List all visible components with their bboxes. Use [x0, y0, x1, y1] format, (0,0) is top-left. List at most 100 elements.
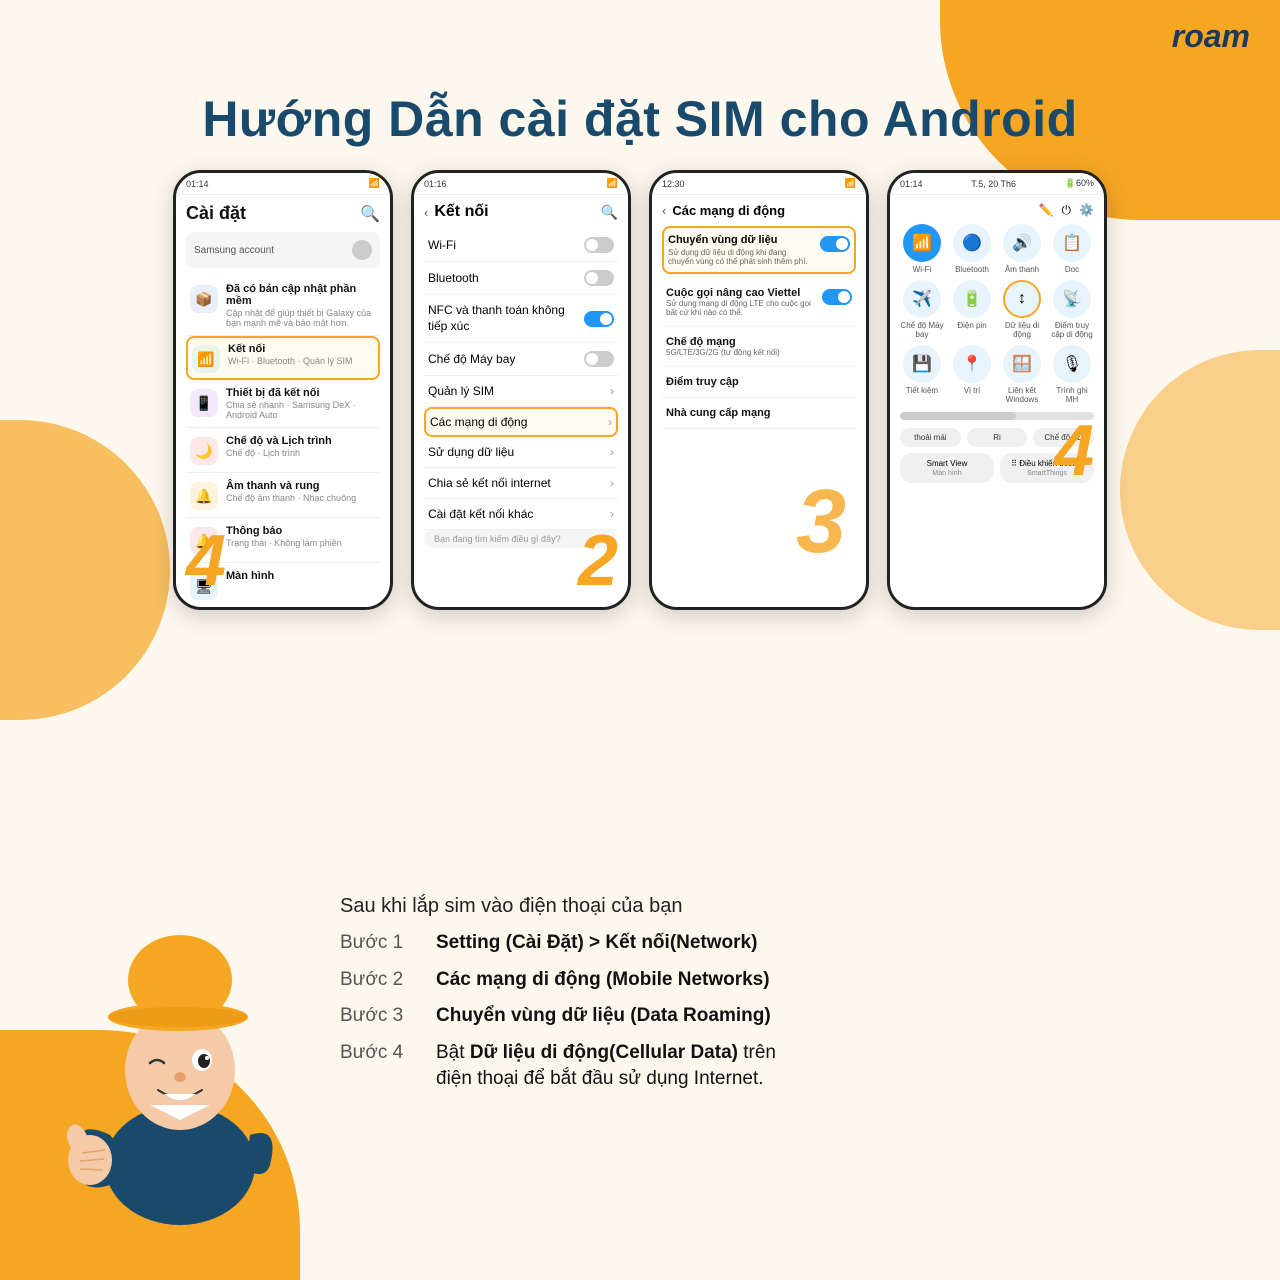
qs-hotspot-access-icon: 📡	[1053, 280, 1091, 318]
phone2-title: Kết nối	[434, 203, 488, 221]
qs-battery-icon: 🔋	[953, 280, 991, 318]
step-number-phone4: 4	[1054, 415, 1094, 487]
qs-bluetooth-label: Bluetooth	[955, 265, 989, 274]
phone2-nfc-row[interactable]: NFC và thanh toán không tiếp xúc	[424, 295, 618, 343]
qs-item-mobile-data[interactable]: ↕ Dữ liệu di động	[1000, 280, 1044, 339]
connection-title: Kết nối	[228, 343, 374, 355]
phone2-wifi-toggle[interactable]	[584, 237, 614, 253]
phone2-airplane-row[interactable]: Chế độ Máy bay	[424, 343, 618, 376]
step2-label: Bước 2	[340, 969, 420, 991]
phone3-viettel-sub: Sử dụng mạng di động LTE cho cuộc gọi bấ…	[666, 299, 816, 317]
qs-windows-icon: 🪟	[1003, 345, 1041, 383]
phone3-network-mode-title: Chế độ mạng	[666, 336, 852, 348]
phone2-back-arrow[interactable]: ‹	[424, 205, 428, 220]
phone4-mode-comfortable[interactable]: thoải mái	[900, 428, 961, 447]
qs-save-label: Tiết kiệm	[906, 386, 938, 395]
settings-item-devices[interactable]: 📱 Thiết bị đã kết nối Chia sẻ nhanh · Sa…	[186, 380, 380, 428]
phone2-bluetooth-toggle[interactable]	[584, 270, 614, 286]
phone3-roaming-toggle[interactable]	[820, 236, 850, 252]
phone-1-settings: 01:14 📶 Cài đặt 🔍 Samsung account 📦 Đã c…	[173, 170, 393, 610]
phone4-edit-icon[interactable]: ✏️	[1039, 203, 1054, 218]
samsung-account-row: Samsung account	[186, 232, 380, 268]
step3-desc: Chuyển vùng dữ liệu (Data Roaming)	[436, 1003, 771, 1030]
phone3-roaming-row[interactable]: Chuyển vùng dữ liệu Sử dụng dữ liệu di đ…	[662, 226, 856, 274]
phone4-top-controls: ✏️ ⏻ ⚙️	[900, 203, 1094, 218]
settings-item-connection[interactable]: 📶 Kết nối Wi-Fi · Bluetooth · Quản lý SI…	[186, 336, 380, 380]
sound-icon: 🔔	[190, 482, 218, 510]
phone4-mode-ri[interactable]: Ri	[967, 428, 1028, 447]
qs-item-save[interactable]: 💾 Tiết kiệm	[900, 345, 944, 404]
qs-item-doc[interactable]: 📋 Doc	[1050, 224, 1094, 274]
phone2-data-usage-arrow: ›	[610, 445, 614, 459]
step-row-4: Bước 4 Bật Dữ liệu di động(Cellular Data…	[340, 1040, 1230, 1093]
qs-airplane-icon: ✈️	[903, 280, 941, 318]
phone2-search-icon[interactable]: 🔍	[601, 204, 618, 221]
qs-item-record[interactable]: 🎙 Trình ghi MH	[1050, 345, 1094, 404]
qs-item-airplane[interactable]: ✈️ Chế độ Máy bay	[900, 280, 944, 339]
qs-item-location[interactable]: 📍 Vị trí	[950, 345, 994, 404]
step2-desc: Các mạng di động (Mobile Networks)	[436, 967, 770, 994]
phone2-data-usage-row[interactable]: Sử dụng dữ liệu ›	[424, 437, 618, 468]
step-number-phone3: 3	[796, 477, 846, 567]
qs-item-bluetooth[interactable]: 🔵 Bluetooth	[950, 224, 994, 274]
phones-container: 01:14 📶 Cài đặt 🔍 Samsung account 📦 Đã c…	[50, 170, 1230, 610]
settings-item-update[interactable]: 📦 Đã có bản cập nhật phần mềm Cập nhật đ…	[186, 276, 380, 336]
phone3-viettel-content: Cuộc gọi nâng cao Viettel Sử dụng mạng d…	[666, 287, 852, 317]
mode-sub: Chế độ · Lịch trình	[226, 448, 376, 458]
phone3-network-provider-row[interactable]: Nhà cung cấp mạng	[662, 398, 856, 429]
phone2-sim-row[interactable]: Quản lý SIM ›	[424, 376, 618, 407]
qs-item-hotspot-access[interactable]: 📡 Điểm truy cập di động	[1050, 280, 1094, 339]
phone3-viettel-row[interactable]: Cuộc gọi nâng cao Viettel Sử dụng mạng d…	[662, 278, 856, 327]
phone2-mobile-networks-row[interactable]: Các mạng di động ›	[424, 407, 618, 437]
phone1-time: 01:14	[186, 179, 209, 189]
phone2-mobile-networks-arrow: ›	[608, 415, 612, 429]
qs-battery-label: Điện pin	[957, 321, 986, 330]
connection-icon: 📶	[192, 345, 220, 373]
phone3-network-mode-row[interactable]: Chế độ mạng 5G/LTE/3G/2G (tự động kết nố…	[662, 327, 856, 367]
phone4-smart-view-btn[interactable]: Smart ViewMàn hình	[900, 453, 994, 483]
phone2-wifi-label: Wi-Fi	[428, 238, 456, 252]
phone2-wifi-row[interactable]: Wi-Fi	[424, 229, 618, 262]
qs-doc-icon: 📋	[1053, 224, 1091, 262]
step-number-phone1: 4	[186, 525, 226, 597]
qs-hotspot-access-label: Điểm truy cập di động	[1050, 321, 1094, 339]
connection-text: Kết nối Wi-Fi · Bluetooth · Quản lý SIM	[228, 343, 374, 366]
mode-text: Chế độ và Lịch trình Chế độ · Lịch trình	[226, 435, 376, 458]
phone2-bluetooth-row[interactable]: Bluetooth	[424, 262, 618, 295]
phone4-power-icon[interactable]: ⏻	[1062, 203, 1072, 218]
phone2-airplane-toggle[interactable]	[584, 351, 614, 367]
phone4-screen: ✏️ ⏻ ⚙️ 📶 Wi-Fi 🔵 Bluetooth 🔊 Âm thanh	[890, 195, 1104, 607]
qs-location-icon: 📍	[953, 345, 991, 383]
phone2-more-arrow: ›	[610, 507, 614, 521]
phone2-hotspot-label: Chia sẻ kết nối internet	[428, 476, 551, 490]
settings-item-mode[interactable]: 🌙 Chế độ và Lịch trình Chế độ · Lịch trì…	[186, 428, 380, 473]
phone3-back-arrow[interactable]: ‹	[662, 203, 666, 218]
phone2-sim-arrow: ›	[610, 384, 614, 398]
settings-item-sound[interactable]: 🔔 Âm thanh và rung Chế độ âm thanh · Nhạ…	[186, 473, 380, 518]
phone2-hotspot-row[interactable]: Chia sẻ kết nối internet ›	[424, 468, 618, 499]
phone3-access-point-row[interactable]: Điểm truy cập	[662, 367, 856, 398]
phone3-viettel-toggle[interactable]	[822, 289, 852, 305]
qs-item-sound[interactable]: 🔊 Âm thanh	[1000, 224, 1044, 274]
phone4-quick-settings-grid: 📶 Wi-Fi 🔵 Bluetooth 🔊 Âm thanh 📋 Doc	[900, 224, 1094, 404]
update-sub: Cập nhật để giúp thiết bị Galaxy của bạn…	[226, 308, 376, 328]
notif-title: Thông báo	[226, 525, 376, 537]
step-row-3: Bước 3 Chuyển vùng dữ liệu (Data Roaming…	[340, 1003, 1230, 1030]
step1-desc: Setting (Cài Đặt) > Kết nối(Network)	[436, 930, 757, 957]
qs-wifi-icon: 📶	[903, 224, 941, 262]
update-title: Đã có bản cập nhật phần mềm	[226, 283, 376, 307]
qs-item-windows[interactable]: 🪟 Liên kết Windows	[1000, 345, 1044, 404]
phone4-settings-icon[interactable]: ⚙️	[1079, 203, 1094, 218]
qs-item-wifi[interactable]: 📶 Wi-Fi	[900, 224, 944, 274]
phone1-search-icon[interactable]: 🔍	[360, 204, 380, 224]
qs-item-battery[interactable]: 🔋 Điện pin	[950, 280, 994, 339]
logo-roam: roam	[1172, 18, 1250, 54]
phone1-icons: 📶	[369, 178, 380, 189]
phone2-nfc-label: NFC và thanh toán không tiếp xúc	[428, 303, 568, 334]
update-icon: 📦	[190, 285, 218, 313]
phone2-nfc-toggle[interactable]	[584, 311, 614, 327]
qs-sound-icon: 🔊	[1003, 224, 1041, 262]
qs-wifi-label: Wi-Fi	[913, 265, 932, 274]
phone3-roaming-text: Chuyển vùng dữ liệu Sử dụng dữ liệu di đ…	[668, 234, 814, 266]
phone1-status-bar: 01:14 📶	[176, 173, 390, 195]
